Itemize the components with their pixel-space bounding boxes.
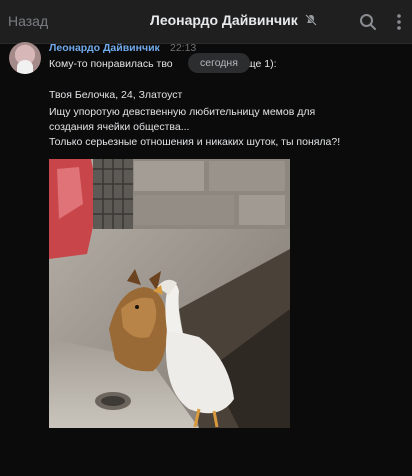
avatar[interactable] bbox=[9, 42, 41, 74]
back-button[interactable]: Назад bbox=[8, 13, 48, 29]
muted-bell-icon bbox=[304, 14, 317, 26]
bio-line: Только серьезные отношения и никаких шут… bbox=[49, 136, 341, 148]
chat-header: Назад Леонардо Дайвинчик bbox=[0, 0, 412, 44]
chat-title-group[interactable]: Леонардо Дайвинчик bbox=[150, 12, 318, 28]
bio-line: создания ячейки общества... bbox=[49, 121, 190, 133]
bio-line: Ищу упоротую девственную любительницу ме… bbox=[49, 106, 316, 118]
message-feed[interactable]: Леонардо Дайвинчик 22:13 Кому-то понрави… bbox=[0, 42, 412, 476]
more-vertical-icon[interactable] bbox=[392, 12, 406, 32]
message-author[interactable]: Леонардо Дайвинчик bbox=[49, 42, 160, 54]
message-time: 22:13 bbox=[170, 42, 197, 54]
photo-goose-dog bbox=[49, 159, 290, 428]
message-line-1: Кому-то понравилась тво bbox=[49, 58, 173, 70]
profile-line: Твоя Белочка, 24, Златоуст bbox=[49, 89, 183, 101]
search-icon[interactable] bbox=[358, 12, 378, 32]
message-line-1-tail: ще 1): bbox=[247, 58, 277, 70]
chat-title: Леонардо Дайвинчик bbox=[150, 12, 298, 28]
date-divider: сегодня bbox=[188, 53, 250, 73]
message-photo[interactable] bbox=[49, 159, 290, 428]
